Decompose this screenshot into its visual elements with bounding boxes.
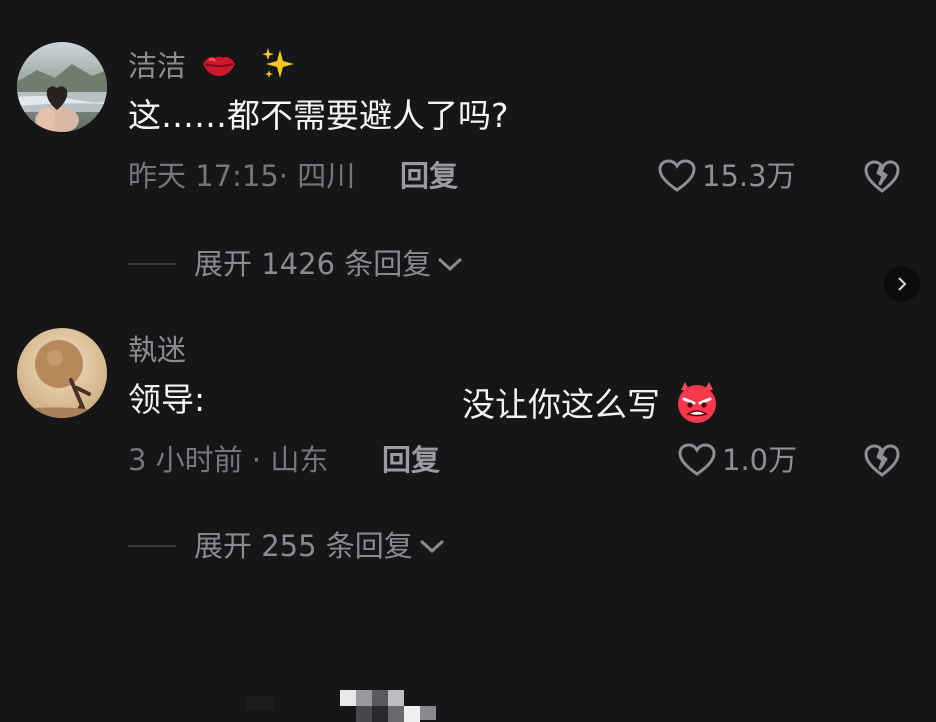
lips-icon <box>201 50 237 86</box>
expand-replies-button[interactable]: 展开 1426 条回复 <box>128 246 465 282</box>
avatar[interactable] <box>17 42 107 132</box>
username[interactable]: 洁洁 <box>128 46 296 90</box>
chevron-down-icon <box>419 539 444 554</box>
avatar-image <box>17 328 107 418</box>
divider-line <box>128 263 176 265</box>
like-button[interactable]: 15.3万 <box>658 158 796 194</box>
expand-replies-label: 展开 1426 条回复 <box>194 247 432 281</box>
expand-replies-label: 展开 255 条回复 <box>194 529 413 563</box>
username[interactable]: 執迷 <box>128 332 186 368</box>
comment-meta: 3 小时前 · 山东 <box>128 443 329 477</box>
censored-mosaic <box>246 688 442 722</box>
angry-devil-icon <box>673 380 721 433</box>
chevron-right-icon <box>898 277 907 291</box>
next-button[interactable] <box>884 266 920 302</box>
heart-icon <box>678 443 716 476</box>
chevron-down-icon <box>438 257 463 272</box>
comment-text-suffix-wrap: 没让你这么写 <box>462 380 721 433</box>
comment-item: 洁洁 这……都不需要避人了吗? 昨天 17:15· 四川 回复 15.3万 展开… <box>0 0 936 300</box>
avatar-image <box>17 42 107 132</box>
reply-button[interactable]: 回复 <box>382 442 440 478</box>
heart-icon <box>658 159 696 192</box>
reply-button[interactable]: 回复 <box>400 158 458 194</box>
comment-item: 執迷 领导: 没让你这么写 3 小时前 · 山东 回复 1.0万 展开 255 … <box>0 300 936 722</box>
divider-line <box>128 545 176 547</box>
broken-heart-icon <box>864 444 900 477</box>
like-count: 1.0万 <box>722 443 798 477</box>
avatar[interactable] <box>17 328 107 418</box>
like-button[interactable]: 1.0万 <box>678 442 797 478</box>
dislike-button[interactable] <box>864 160 900 196</box>
like-count: 15.3万 <box>702 159 796 193</box>
comment-text: 这……都不需要避人了吗? <box>128 96 509 135</box>
comment-text-suffix: 没让你这么写 <box>462 385 660 424</box>
expand-replies-button[interactable]: 展开 255 条回复 <box>128 528 447 564</box>
comment-text: 领导: <box>128 380 205 420</box>
sparkles-icon <box>260 46 296 90</box>
dislike-button[interactable] <box>864 444 900 480</box>
comment-meta: 昨天 17:15· 四川 <box>128 159 356 193</box>
comment-text-prefix: 领导: <box>128 380 206 419</box>
broken-heart-icon <box>864 160 900 193</box>
